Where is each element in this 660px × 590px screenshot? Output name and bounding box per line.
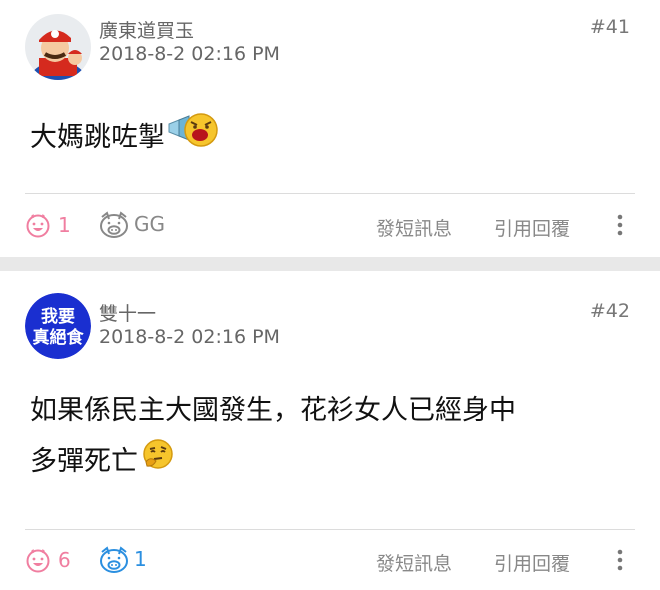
like-face-icon[interactable] <box>25 547 51 573</box>
timestamp: 2018-8-2 02:16 PM <box>99 43 280 65</box>
username[interactable]: 廣東道買玉 <box>99 16 194 43</box>
avatar-text-top: 我要 <box>41 307 75 327</box>
send-message-button[interactable]: 發短訊息 <box>376 214 452 241</box>
quote-reply-button[interactable]: 引用回覆 <box>494 549 570 576</box>
dislike-count: 1 <box>134 547 147 571</box>
like-face-icon[interactable] <box>25 212 51 238</box>
avatar-text-bottom: 真絕食 <box>33 327 85 348</box>
post-divider <box>25 529 635 530</box>
pig-face-icon[interactable] <box>98 211 130 239</box>
more-options-icon[interactable] <box>612 212 628 238</box>
thinking-face-emoji-icon <box>140 436 176 489</box>
like-count: 6 <box>58 548 71 572</box>
post-content: 如果係民主大國發生，花衫女人已經身中 多彈死亡 <box>30 386 640 489</box>
more-options-icon[interactable] <box>612 547 628 573</box>
post-separator <box>0 257 660 271</box>
shouting-face-emoji-icon <box>167 110 221 167</box>
post-actions: 6 1 發短訊息 引用回覆 <box>0 541 660 581</box>
like-count: 1 <box>58 213 71 237</box>
post-42: 我要 真絕食 雙十一 2018-8-2 02:16 PM #42 如果係民主大國… <box>0 271 660 590</box>
post-number: #42 <box>589 300 630 322</box>
avatar[interactable] <box>25 14 91 80</box>
post-41: 廣東道買玉 2018-8-2 02:16 PM #41 大媽跳咗掣 1 GG 發… <box>0 0 660 257</box>
username[interactable]: 雙十一 <box>99 299 156 326</box>
dislike-label: GG <box>134 212 165 236</box>
quote-reply-button[interactable]: 引用回覆 <box>494 214 570 241</box>
pig-face-icon[interactable] <box>98 546 130 574</box>
mario-avatar-image <box>25 14 91 80</box>
timestamp: 2018-8-2 02:16 PM <box>99 326 280 348</box>
post-content-line: 如果係民主大國發生，花衫女人已經身中 <box>30 395 516 426</box>
post-actions: 1 GG 發短訊息 引用回覆 <box>0 206 660 246</box>
post-content: 大媽跳咗掣 <box>30 110 640 167</box>
avatar[interactable]: 我要 真絕食 <box>25 293 91 359</box>
send-message-button[interactable]: 發短訊息 <box>376 549 452 576</box>
post-divider <box>25 193 635 194</box>
post-content-line: 大媽跳咗掣 <box>30 122 165 153</box>
text-avatar-image: 我要 真絕食 <box>25 293 91 359</box>
post-content-line: 多彈死亡 <box>30 446 138 477</box>
post-number: #41 <box>589 16 630 38</box>
